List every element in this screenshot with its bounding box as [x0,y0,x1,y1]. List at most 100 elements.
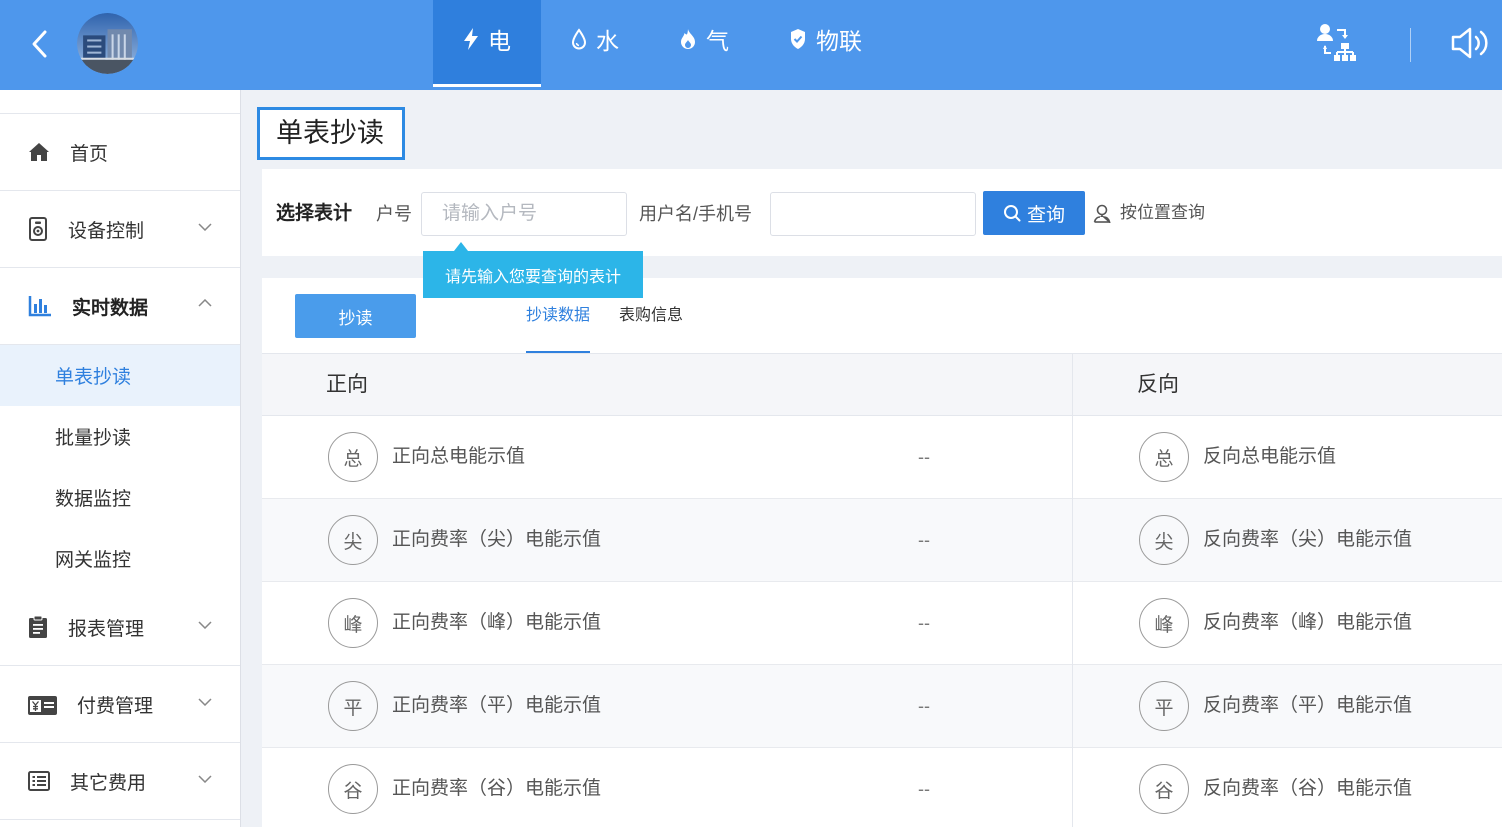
tab-iot[interactable]: 物联 [759,0,892,87]
tab-purchase-info[interactable]: 表购信息 [619,305,683,353]
sidebar-subitem-gateway-monitor[interactable]: 网关监控 [0,528,240,589]
reading-value: -- [918,530,930,550]
sidebar-item-report-management[interactable]: 报表管理 [0,589,240,666]
realtime-data-submenu: 单表抄读 批量抄读 数据监控 网关监控 [0,345,240,589]
read-meter-button[interactable]: 抄读 [295,294,416,338]
header-divider [1410,28,1411,62]
tab-label: 气 [706,28,729,54]
reading-label: 反向费率（峰）电能示值 [1203,612,1413,633]
top-header: 电 水 气 物联 [0,0,1502,90]
speaker-icon[interactable] [1450,25,1490,61]
rate-badge: 尖 [328,515,378,565]
droplet-icon [571,28,587,50]
list-icon [28,771,50,791]
sidebar-item-label: 实时数据 [72,297,149,319]
account-label: 户号 [376,204,412,224]
tab-electricity[interactable]: 电 [433,0,541,87]
avatar[interactable] [77,13,138,74]
reading-label: 反向费率（平）电能示值 [1203,695,1413,716]
tab-water[interactable]: 水 [541,0,649,87]
rate-badge: 平 [1139,681,1189,731]
user-phone-input[interactable] [770,192,976,236]
sidebar-subitem-batch-read[interactable]: 批量抄读 [0,406,240,467]
tab-label: 物联 [816,28,862,54]
rate-badge: 谷 [1139,764,1189,814]
table-row: 平 正向费率（平）电能示值 -- 平 反向费率（平）电能示值 [262,665,1502,748]
select-meter-label: 选择表计 [276,203,353,224]
location-query-link[interactable]: 按位置查询 [1092,202,1205,224]
reading-value: -- [918,613,930,633]
query-button[interactable]: 查询 [983,191,1085,235]
query-button-label: 查询 [1026,204,1065,226]
sidebar-item-payment-management[interactable]: 付费管理 [0,666,240,743]
search-icon [1003,204,1021,222]
sidebar-subitem-data-monitor[interactable]: 数据监控 [0,467,240,528]
reading-table: 正向 反向 总 正向总电能示值 -- 总 反向总电能示值 尖 正向费率（尖）电能… [262,354,1502,827]
reading-label: 正向费率（峰）电能示值 [392,612,602,633]
sidebar: 首页 设备控制 实时数据 单表抄读 批量抄读 数据监控 网关监控 报表管理 付费… [0,90,241,827]
account-number-input[interactable] [421,192,627,236]
table-row: 总 正向总电能示值 -- 总 反向总电能示值 [262,416,1502,499]
forward-header: 正向 [326,373,368,396]
org-switch-icon[interactable] [1314,22,1358,64]
column-divider [1072,354,1073,827]
sidebar-item-label: 其它费用 [70,772,147,794]
chevron-down-icon [198,775,212,783]
tab-reading-data[interactable]: 抄读数据 [526,305,591,353]
reading-value: -- [918,696,930,716]
tab-gas[interactable]: 气 [649,0,759,87]
sidebar-item-device-control[interactable]: 设备控制 [0,191,240,268]
rate-badge: 峰 [328,598,378,648]
table-row: 峰 正向费率（峰）电能示值 -- 峰 反向费率（峰）电能示值 [262,582,1502,665]
chevron-up-icon [198,299,212,307]
location-query-label: 按位置查询 [1120,203,1205,222]
reading-value: -- [918,779,930,799]
sidebar-item-label: 报表管理 [68,618,145,640]
sidebar-subitem-single-meter-read[interactable]: 单表抄读 [0,345,240,406]
validation-tooltip: 请先输入您要查询的表计 [423,251,643,298]
sidebar-item-other-fees[interactable]: 其它费用 [0,743,240,820]
page-title: 单表抄读 [257,107,405,160]
tooltip-arrow [454,242,468,251]
reading-label: 正向费率（平）电能示值 [392,695,602,716]
rate-badge: 总 [328,432,378,482]
chevron-left-icon [29,27,49,61]
sidebar-item-label: 首页 [70,143,109,165]
reading-data-panel: 抄读 抄读数据 表购信息 正向 反向 总 正向总电能示值 -- 总 反向总电能示… [262,278,1502,827]
reading-label: 正向费率（谷）电能示值 [392,778,602,799]
sidebar-item-realtime-data[interactable]: 实时数据 [0,268,240,345]
table-header: 正向 反向 [262,354,1502,416]
home-icon [28,142,50,162]
reading-label: 正向费率（尖）电能示值 [392,529,602,550]
report-icon [28,615,48,639]
rate-badge: 总 [1139,432,1189,482]
table-row: 尖 正向费率（尖）电能示值 -- 尖 反向费率（尖）电能示值 [262,499,1502,582]
sidebar-top-spacer [0,90,240,114]
reading-label: 反向总电能示值 [1203,446,1337,467]
reverse-header: 反向 [1137,373,1179,396]
chevron-down-icon [198,621,212,629]
tab-label: 电 [488,28,511,54]
meter-search-panel: 选择表计 户号 用户名/手机号 查询 按位置查询 [262,169,1502,256]
chevron-down-icon [198,698,212,706]
lightning-icon [463,28,479,50]
flame-icon [679,28,697,50]
tab-label: 水 [596,28,619,54]
rate-badge: 平 [328,681,378,731]
rate-badge: 尖 [1139,515,1189,565]
reading-label: 反向费率（尖）电能示值 [1203,529,1413,550]
sidebar-item-home[interactable]: 首页 [0,114,240,191]
reading-value: -- [918,447,930,467]
sidebar-item-label: 付费管理 [77,695,154,717]
chevron-down-icon [198,223,212,231]
rate-badge: 谷 [328,764,378,814]
table-row: 谷 正向费率（谷）电能示值 -- 谷 反向费率（谷）电能示值 [262,748,1502,827]
bar-chart-icon [28,295,52,317]
device-icon [28,217,48,241]
back-button[interactable] [24,26,54,62]
location-person-icon [1092,203,1112,223]
utility-tabs: 电 水 气 物联 [433,0,892,87]
rate-badge: 峰 [1139,598,1189,648]
payment-icon [28,693,57,715]
reading-label: 正向总电能示值 [392,446,526,467]
